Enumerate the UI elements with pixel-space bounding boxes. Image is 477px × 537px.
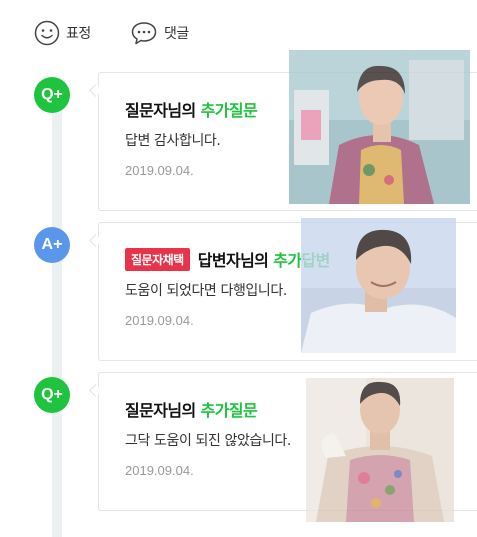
selected-by-asker-tag: 질문자채택	[125, 247, 190, 271]
followup-title-row: 질문자님의 추가질문	[125, 397, 258, 421]
comment-button[interactable]: 댓글	[130, 20, 189, 46]
answer-badge: A+	[34, 227, 70, 263]
followup-title-row: 질문자채택 답변자님의 추가답변	[125, 247, 330, 271]
overlay-photo	[301, 218, 456, 353]
overlay-photo	[306, 378, 454, 522]
title-emphasis: 추가질문	[200, 401, 258, 420]
question-badge: Q+	[34, 377, 70, 413]
followup-title: 질문자님의 추가질문	[125, 397, 258, 421]
followup-date: 2019.09.04.	[125, 163, 194, 178]
title-prefix: 답변자님의	[197, 251, 274, 270]
followup-date: 2019.09.04.	[125, 463, 194, 478]
speech-bubble-icon	[130, 20, 158, 46]
followup-body: 도움이 되었다면 다행입니다.	[125, 283, 287, 299]
title-prefix: 질문자님의	[125, 401, 201, 420]
followup-title: 질문자님의 추가질문	[125, 97, 258, 121]
emotion-label: 표정	[66, 26, 91, 42]
title-emphasis: 추가질문	[200, 101, 258, 120]
smiley-icon	[34, 20, 60, 46]
overlay-photo	[289, 50, 470, 204]
emotion-button[interactable]: 표정	[34, 20, 91, 46]
comment-label: 댓글	[164, 26, 189, 42]
title-prefix: 질문자님의	[125, 101, 201, 120]
question-badge: Q+	[34, 77, 70, 113]
followup-title-row: 질문자님의 추가질문	[125, 97, 258, 121]
followup-body: 답변 감사합니다.	[125, 133, 221, 149]
followup-body: 그닥 도움이 되진 않았습니다.	[125, 433, 291, 449]
followup-date: 2019.09.04.	[125, 313, 194, 328]
